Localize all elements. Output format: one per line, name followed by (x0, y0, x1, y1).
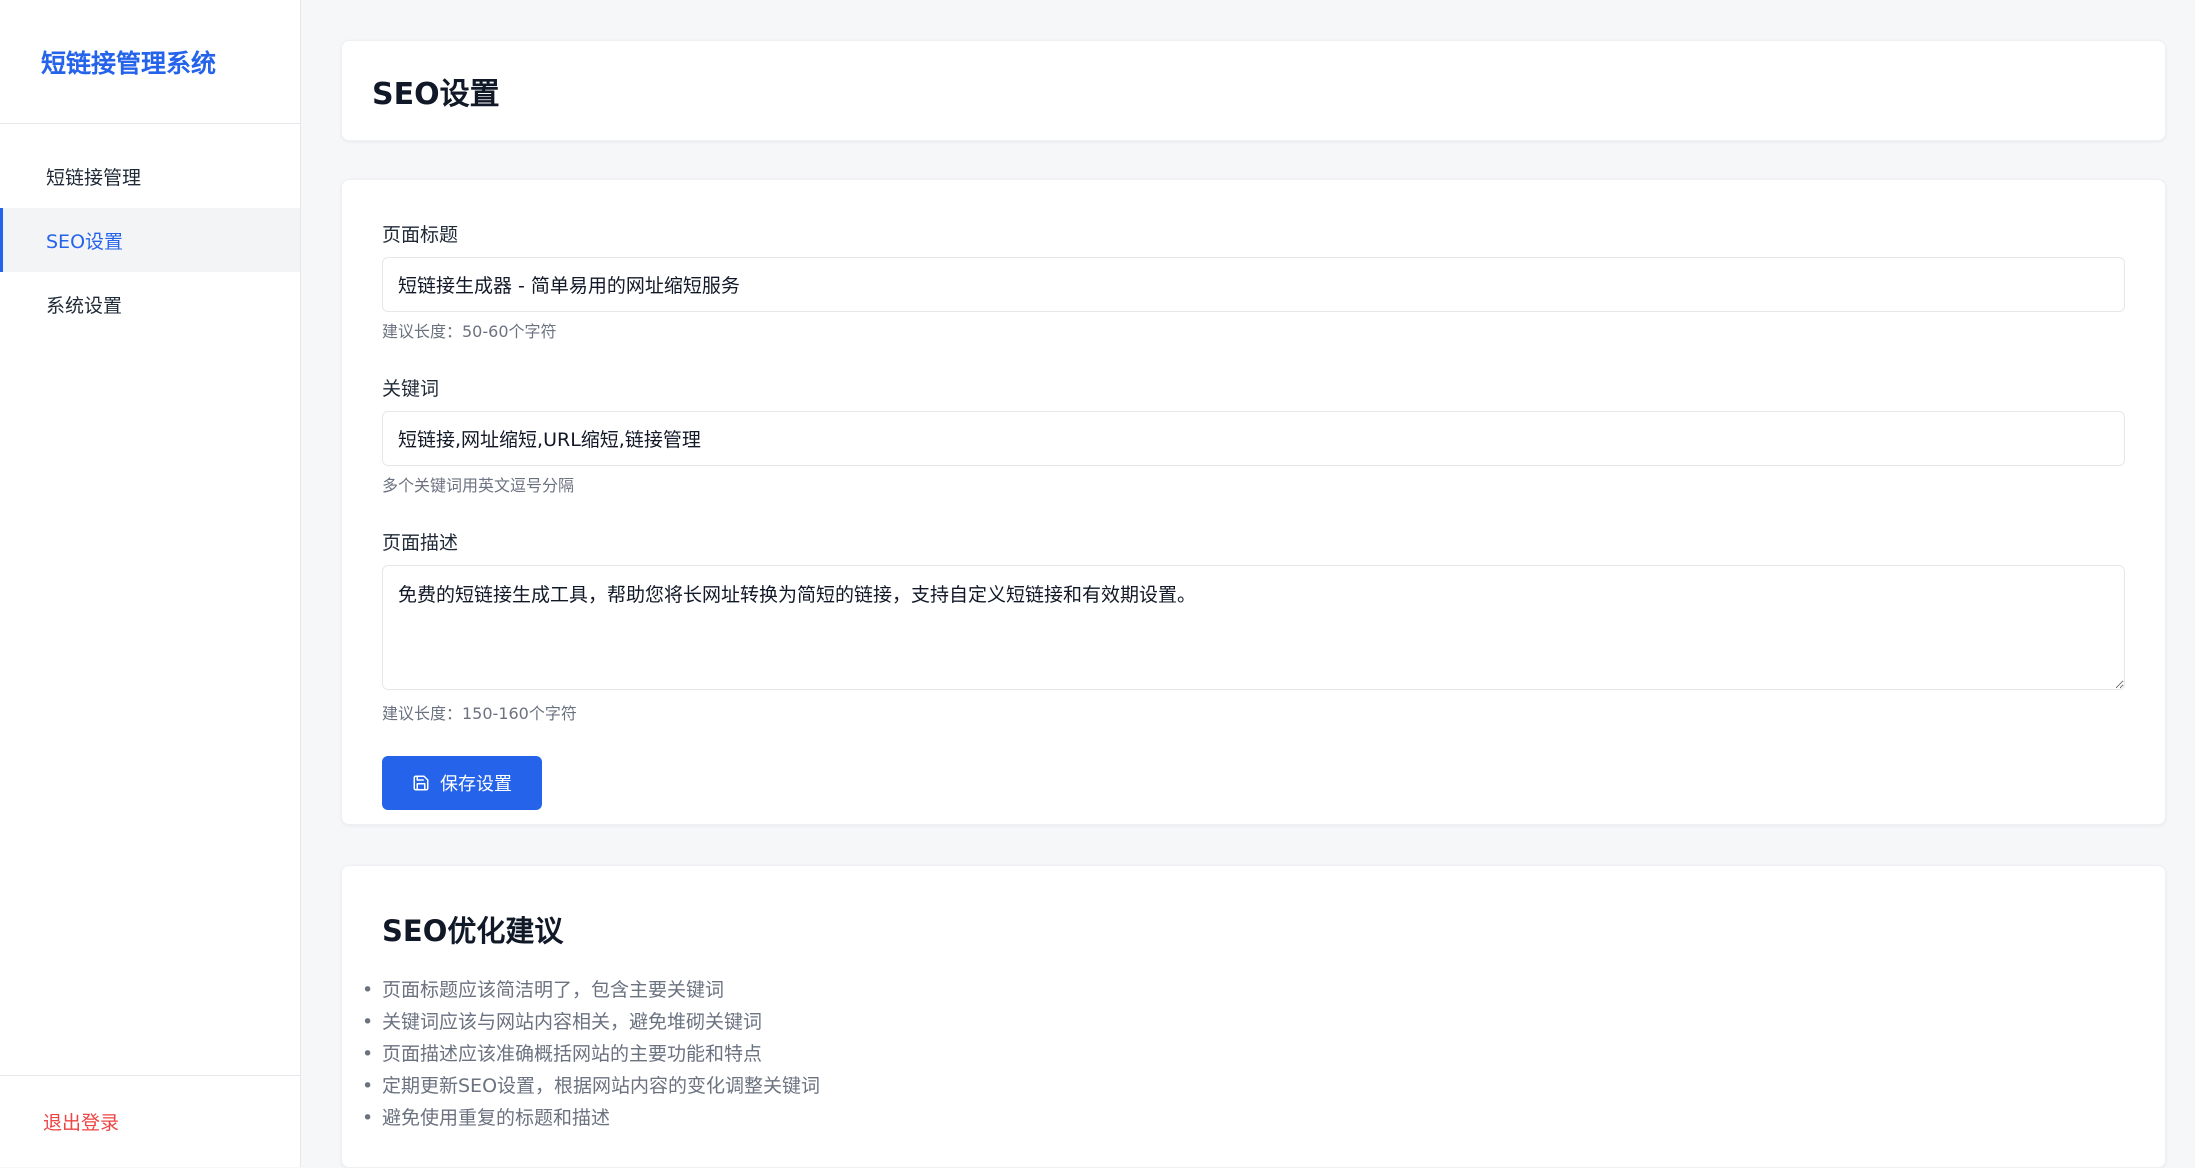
sidebar-item-label: 系统设置 (46, 294, 123, 317)
list-item: 避免使用重复的标题和描述 (362, 1102, 2125, 1134)
floppy-disk-icon (412, 774, 430, 792)
brand: 短链接管理系统 (0, 0, 300, 124)
seo-form: 页面标题 建议长度：50-60个字符 关键词 多个关键词用英文逗号分隔 页面描述… (341, 179, 2166, 825)
save-button[interactable]: 保存设置 (382, 756, 542, 810)
sidebar-item-label: 短链接管理 (46, 166, 142, 189)
title-label: 页面标题 (382, 224, 459, 246)
title-hint: 建议长度：50-60个字符 (382, 322, 557, 341)
page-title: SEO设置 (372, 76, 500, 112)
list-item: 页面描述应该准确概括网站的主要功能和特点 (362, 1038, 2125, 1070)
tips-list: 页面标题应该简洁明了，包含主要关键词 关键词应该与网站内容相关，避免堆砌关键词 … (362, 974, 2125, 1134)
logout-section: 退出登录 (0, 1075, 300, 1167)
sidebar: 短链接管理系统 短链接管理 SEO设置 系统设置 退出登录 (0, 0, 301, 1167)
list-item: 页面标题应该简洁明了，包含主要关键词 (362, 974, 2125, 1006)
keywords-hint: 多个关键词用英文逗号分隔 (382, 476, 575, 495)
keywords-input[interactable] (382, 411, 2125, 466)
sidebar-item-seo[interactable]: SEO设置 (0, 208, 300, 272)
description-textarea[interactable]: 免费的短链接生成工具，帮助您将长网址转换为简短的链接，支持自定义短链接和有效期设… (382, 565, 2125, 690)
logout-link[interactable]: 退出登录 (43, 1108, 119, 1135)
list-item: 关键词应该与网站内容相关，避免堆砌关键词 (362, 1006, 2125, 1038)
title-input[interactable] (382, 257, 2125, 312)
sidebar-item-shortlinks[interactable]: 短链接管理 (0, 144, 300, 208)
description-hint: 建议长度：150-160个字符 (382, 704, 577, 723)
sidebar-item-label: SEO设置 (46, 230, 124, 253)
description-field: 页面描述 免费的短链接生成工具，帮助您将长网址转换为简短的链接，支持自定义短链接… (382, 528, 2125, 724)
list-item: 定期更新SEO设置，根据网站内容的变化调整关键词 (362, 1070, 2125, 1102)
title-field: 页面标题 建议长度：50-60个字符 (382, 220, 2125, 342)
brand-title[interactable]: 短链接管理系统 (41, 44, 216, 80)
sidebar-nav: 短链接管理 SEO设置 系统设置 (0, 144, 300, 336)
save-button-label: 保存设置 (440, 774, 512, 795)
main-content: SEO设置 页面标题 建议长度：50-60个字符 关键词 多个关键词用英文逗号分… (341, 40, 2166, 1168)
sidebar-item-system[interactable]: 系统设置 (0, 272, 300, 336)
tips-title: SEO优化建议 (382, 914, 564, 948)
keywords-label: 关键词 (382, 378, 440, 400)
description-label: 页面描述 (382, 532, 459, 554)
page-header: SEO设置 (341, 40, 2166, 141)
keywords-field: 关键词 多个关键词用英文逗号分隔 (382, 374, 2125, 496)
seo-tips: SEO优化建议 页面标题应该简洁明了，包含主要关键词 关键词应该与网站内容相关，… (341, 865, 2166, 1168)
